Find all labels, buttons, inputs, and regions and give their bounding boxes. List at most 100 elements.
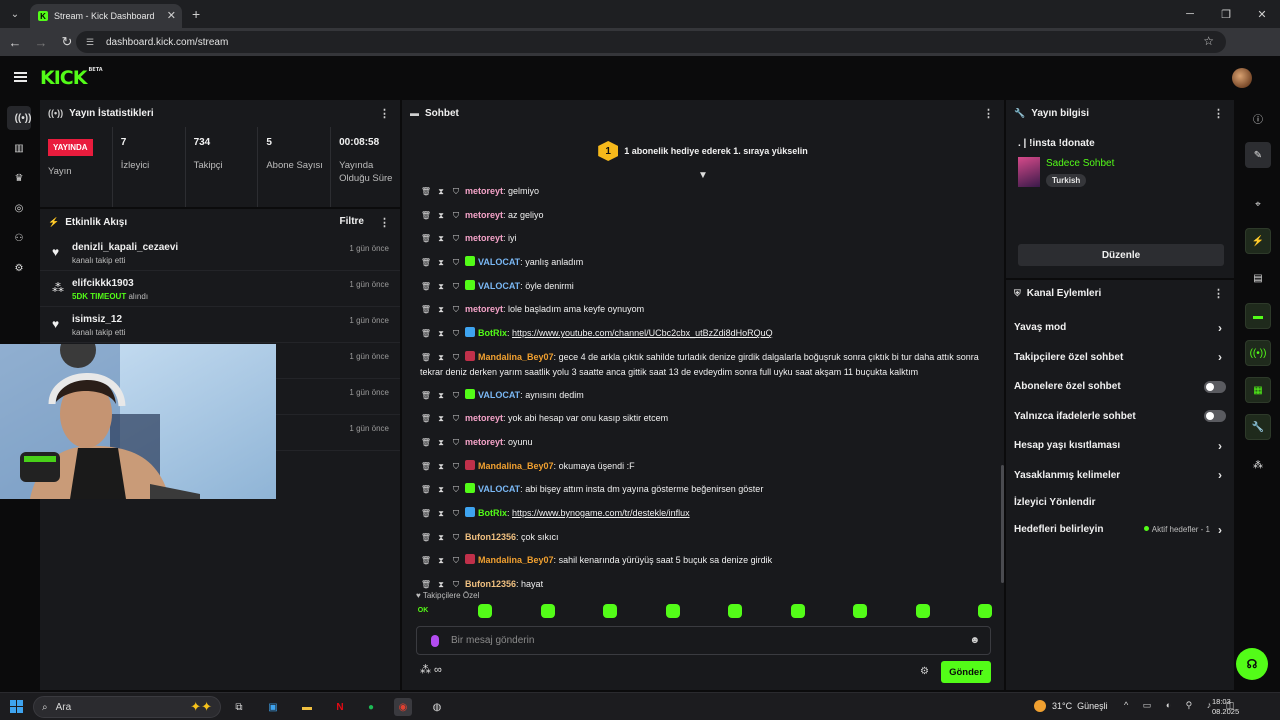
delete-message-icon[interactable]: 🗑	[420, 256, 432, 270]
delete-message-icon[interactable]: 🗑	[420, 389, 432, 403]
ban-icon[interactable]: ⛉	[450, 531, 462, 545]
activity-item[interactable]: ♥ isimsiz_12 kanalı takip etti 1 gün önc…	[40, 307, 400, 343]
edit-button[interactable]: Düzenle	[1018, 244, 1224, 266]
minimize-icon[interactable]: ─	[1172, 0, 1208, 28]
chat-message[interactable]: 🗑 ⧗ ⛉ metoreyt: lole başladım ama keyfe oyn…	[414, 302, 994, 317]
timeout-icon[interactable]: ⧗	[435, 578, 447, 592]
activity-item[interactable]: ♥ denizli_kapali_cezaevi kanalı takip et…	[40, 235, 400, 271]
stream-info-more-icon[interactable]: ⋮	[1213, 107, 1224, 120]
chat-username[interactable]: metoreyt	[465, 437, 503, 447]
action-subscribers-only[interactable]: Abonelere özel sohbet	[1006, 372, 1234, 402]
category-link[interactable]: Sadece Sohbet	[1046, 158, 1114, 169]
chat-username[interactable]: Bufon12356	[465, 579, 516, 589]
wrench-icon[interactable]: 🔧	[1245, 414, 1271, 440]
settings-icon[interactable]: ⚙	[7, 256, 31, 280]
chat-message[interactable]: 🗑 ⧗ ⛉ VALOCAT: abi bişey attım insta dm yay…	[414, 482, 994, 497]
emote-icon[interactable]	[540, 604, 555, 618]
chat-username[interactable]: metoreyt	[465, 413, 503, 423]
delete-message-icon[interactable]: 🗑	[420, 531, 432, 545]
chat-message[interactable]: 🗑 ⧗ ⛉ Mandalina_Bey07: okumaya üşendi :F	[414, 459, 994, 474]
timeout-icon[interactable]: ⧗	[435, 554, 447, 568]
emote-icon[interactable]	[603, 604, 618, 618]
chat-message[interactable]: 🗑 ⧗ ⛉ metoreyt: az geliyo	[414, 208, 994, 223]
chat-message[interactable]: 🗑 ⧗ ⛉ metoreyt: iyi	[414, 231, 994, 246]
chat-message[interactable]: 🗑 ⧗ ⛉ Mandalina_Bey07: gece 4 de arkla çıkt…	[414, 350, 994, 379]
chat-username[interactable]: Mandalina_Bey07	[478, 461, 554, 471]
chat-username[interactable]: Bufon12356	[465, 532, 516, 542]
spotify-icon[interactable]: ●	[362, 698, 380, 716]
chat-scrollbar[interactable]	[1001, 465, 1004, 583]
moderation-icon[interactable]: ⚇	[7, 226, 31, 250]
ban-icon[interactable]: ⛉	[450, 412, 462, 426]
activity-more-icon[interactable]: ⋮	[379, 216, 390, 229]
delete-message-icon[interactable]: 🗑	[420, 554, 432, 568]
chat-username[interactable]: metoreyt	[465, 186, 503, 196]
netflix-icon[interactable]: N	[331, 698, 349, 716]
info-icon[interactable]: ⓘ	[1245, 105, 1271, 131]
emote-icon[interactable]	[853, 604, 868, 618]
windows-start-icon[interactable]	[10, 700, 24, 714]
ban-icon[interactable]: ⛉	[450, 303, 462, 317]
emote-icon[interactable]	[977, 604, 992, 618]
bookmark-star-icon[interactable]: ☆	[1203, 34, 1214, 48]
timeout-icon[interactable]: ⧗	[435, 280, 447, 294]
chat-username[interactable]: VALOCAT	[478, 281, 520, 291]
chat-message[interactable]: 🗑 ⧗ ⛉ metoreyt: yok abi hesap var onu kasıp…	[414, 411, 994, 426]
chat-input[interactable]: Bir mesaj gönderin ☻	[416, 626, 991, 655]
chat-username[interactable]: Mandalina_Bey07	[478, 352, 554, 362]
broadcast-icon[interactable]: ((•))	[1245, 340, 1271, 366]
broadcast-icon[interactable]: ((•))	[7, 106, 31, 130]
action-account-age[interactable]: Hesap yaşı kısıtlaması ›	[1006, 431, 1234, 461]
emoji-icon[interactable]: ☻	[969, 635, 980, 646]
chat-message[interactable]: 🗑 ⧗ ⛉ metoreyt: gelmiyo	[414, 184, 994, 199]
kick-dots-icon[interactable]: ⁂	[1245, 452, 1271, 478]
microphone-icon[interactable]	[431, 634, 439, 647]
chat-more-icon[interactable]: ⋮	[983, 107, 994, 120]
ban-icon[interactable]: ⛉	[450, 507, 462, 521]
delete-message-icon[interactable]: 🗑	[420, 412, 432, 426]
emote-icon[interactable]	[478, 604, 493, 618]
action-emotes-only[interactable]: Yalnızca ifadelerle sohbet	[1006, 402, 1234, 432]
ban-icon[interactable]: ⛉	[450, 232, 462, 246]
trophy-icon[interactable]: ♛	[7, 166, 31, 190]
weather-widget[interactable]: 31°C Güneşli	[1034, 700, 1108, 712]
chat-username[interactable]: BotRix	[478, 328, 507, 338]
forward-icon[interactable]: →	[28, 35, 54, 50]
ban-icon[interactable]: ⛉	[450, 256, 462, 270]
pencil-icon[interactable]: ✎	[1245, 142, 1271, 168]
ban-icon[interactable]: ⛉	[450, 209, 462, 223]
user-avatar[interactable]	[1232, 68, 1252, 88]
kick-points-icon[interactable]: ⁂ ∞	[420, 663, 442, 676]
chat-message[interactable]: 🗑 ⧗ ⛉ BotRix: https://www.bynogame.com/tr/d…	[414, 506, 994, 521]
ban-icon[interactable]: ⛉	[450, 578, 462, 592]
chat-message[interactable]: 🗑 ⧗ ⛉ BotRix: https://www.youtube.com/chann…	[414, 326, 994, 341]
chat-username[interactable]: metoreyt	[465, 304, 503, 314]
timeout-icon[interactable]: ⧗	[435, 531, 447, 545]
chat-icon[interactable]: ▬	[1245, 303, 1271, 329]
kick-logo[interactable]: KICK BETA	[40, 67, 103, 89]
filter-button[interactable]: Filtre	[340, 216, 364, 227]
task-view-icon[interactable]: ⧉	[230, 698, 248, 716]
ban-icon[interactable]: ⛉	[450, 460, 462, 474]
emotes-only-toggle[interactable]	[1204, 410, 1226, 423]
ban-icon[interactable]: ⛉	[450, 554, 462, 568]
pinned-gift-banner[interactable]: 1 1 abonelik hediye ederek 1. sıraya yük…	[402, 126, 1004, 176]
omnibox[interactable]: ☰ dashboard.kick.com/stream ☆	[76, 31, 1226, 53]
timeout-icon[interactable]: ⧗	[435, 389, 447, 403]
lightning-icon[interactable]: ⚡	[1245, 228, 1271, 254]
chat-username[interactable]: metoreyt	[465, 233, 503, 243]
delete-message-icon[interactable]: 🗑	[420, 185, 432, 199]
timeout-icon[interactable]: ⧗	[435, 483, 447, 497]
hamburger-menu-icon[interactable]	[14, 72, 27, 82]
chat-link[interactable]: https://www.bynogame.com/tr/destekle/inf…	[512, 508, 690, 518]
delete-message-icon[interactable]: 🗑	[420, 578, 432, 592]
delete-message-icon[interactable]: 🗑	[420, 507, 432, 521]
timeout-icon[interactable]: ⧗	[435, 327, 447, 341]
action-banned-words[interactable]: Yasaklanmış kelimeler ›	[1006, 461, 1234, 491]
timeout-icon[interactable]: ⧗	[435, 507, 447, 521]
ban-icon[interactable]: ⛉	[450, 483, 462, 497]
delete-message-icon[interactable]: 🗑	[420, 209, 432, 223]
chat-message[interactable]: 🗑 ⧗ ⛉ Bufon12356: çok sıkıcı	[414, 530, 994, 545]
timeout-icon[interactable]: ⧗	[435, 209, 447, 223]
action-followers-only[interactable]: Takipçilere özel sohbet ›	[1006, 343, 1234, 373]
